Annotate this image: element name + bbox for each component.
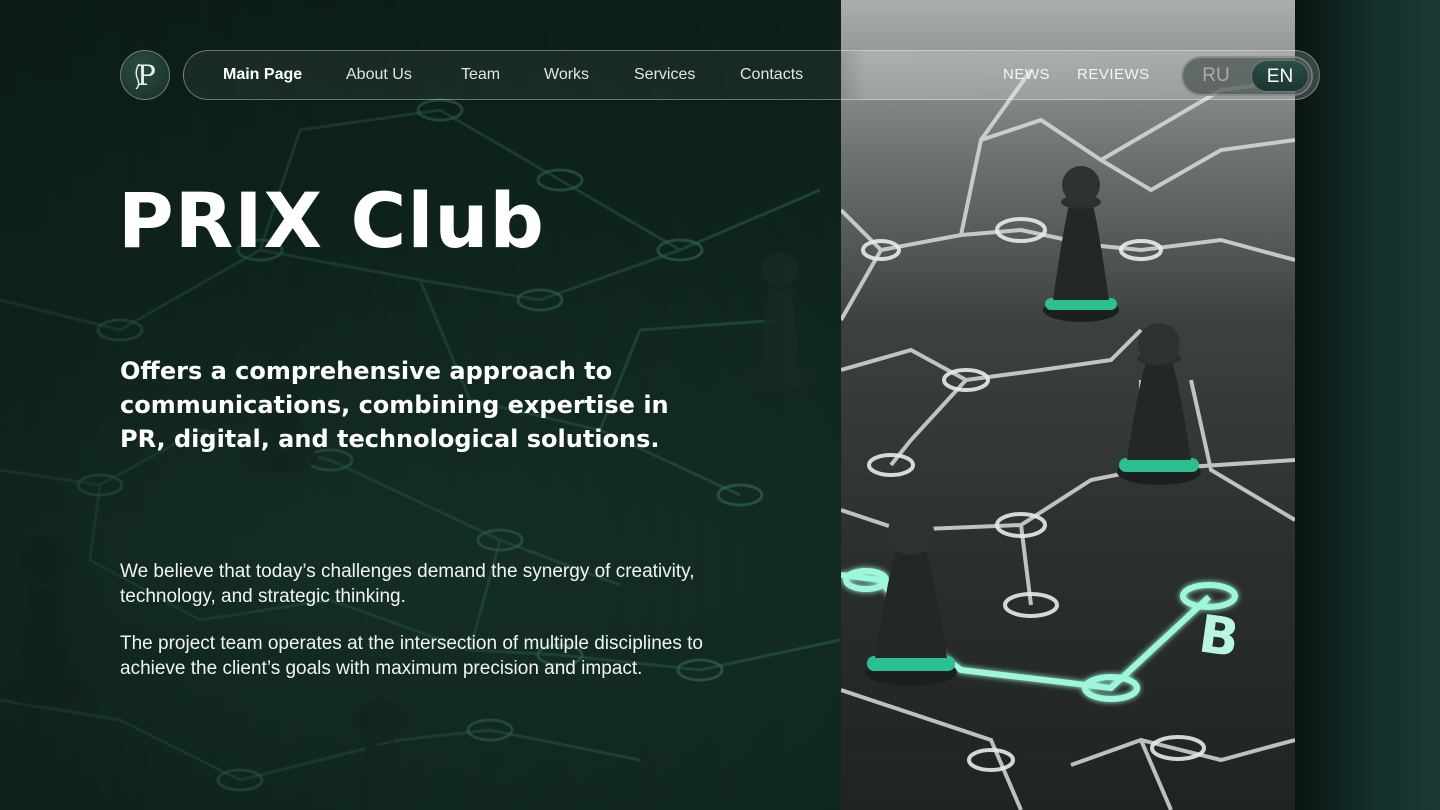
nav-item-contacts[interactable]: Contacts: [740, 51, 803, 99]
right-edge-strip: [1295, 0, 1440, 810]
lang-option-ru[interactable]: RU: [1187, 60, 1245, 92]
chess-network-photo: B: [841, 68, 1295, 810]
nav-news-link[interactable]: NEWS: [1003, 51, 1050, 99]
lang-option-en[interactable]: EN: [1251, 60, 1309, 92]
hero-subtitle: Offers a comprehensive approach to commu…: [120, 357, 669, 453]
nav-item-about-us[interactable]: About Us: [346, 51, 412, 99]
pawn-middle: [1117, 323, 1201, 485]
nav-item-services[interactable]: Services: [634, 51, 695, 99]
nav-item-works[interactable]: Works: [544, 51, 589, 99]
hero-paragraph-1: We believe that today’s challenges deman…: [120, 561, 695, 607]
nav-reviews-link[interactable]: REVIEWS: [1077, 51, 1150, 99]
language-switcher: RU EN: [1181, 56, 1313, 96]
main-navigation: Main Page About Us Team Works Services C…: [183, 50, 1320, 100]
pawn-front: [865, 509, 957, 686]
svg-text:P: P: [137, 59, 156, 92]
hero-photo: B: [841, 0, 1295, 810]
nav-item-main-page[interactable]: Main Page: [223, 51, 302, 99]
prix-logo-icon: P: [135, 59, 156, 92]
hero-paragraph-2: The project team operates at the interse…: [120, 633, 703, 679]
logo[interactable]: P: [120, 50, 170, 100]
board-letter-b: B: [1195, 604, 1243, 669]
pawn-back: [1043, 166, 1119, 322]
nav-item-team[interactable]: Team: [461, 51, 500, 99]
page-title: PRIX Club: [118, 176, 545, 265]
